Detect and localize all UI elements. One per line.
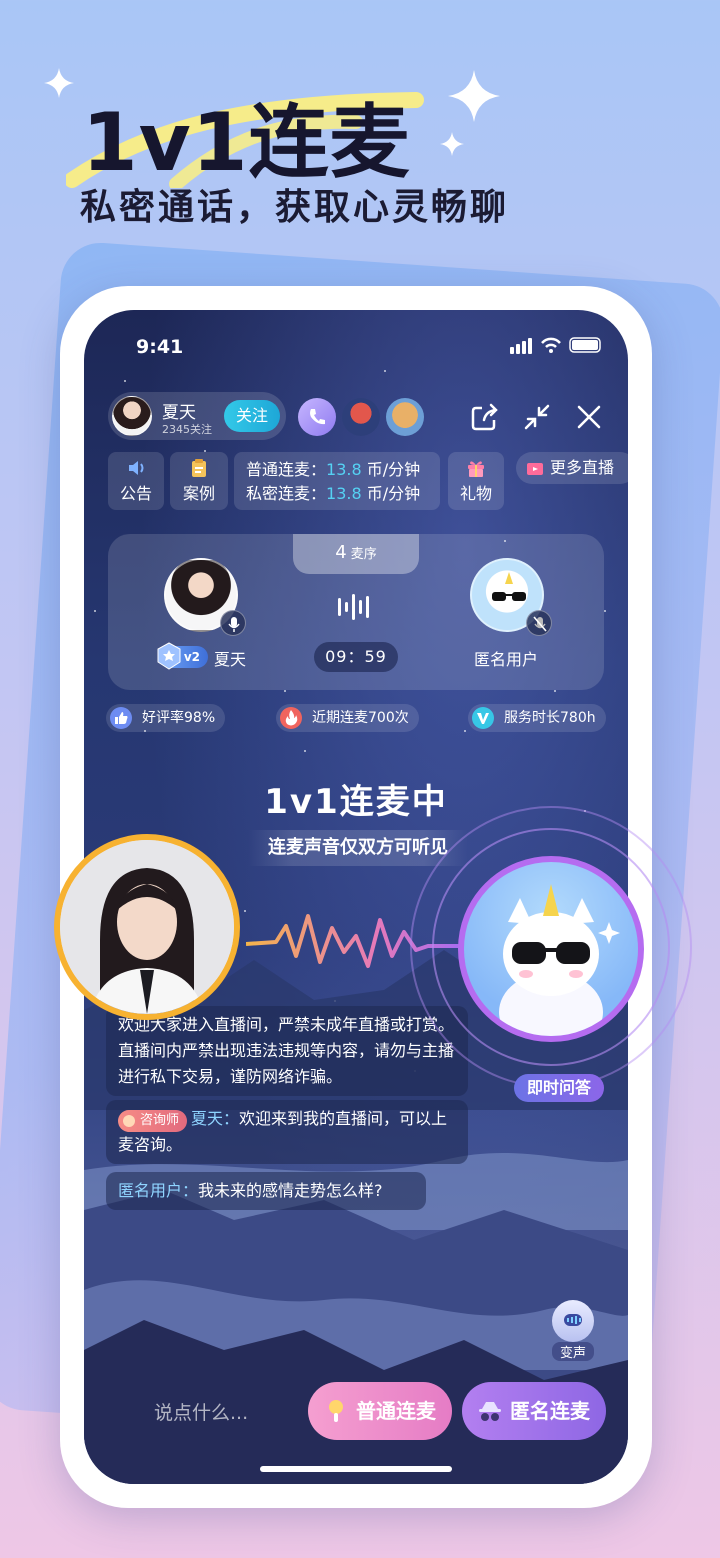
host-large-avatar[interactable] [54,834,240,1020]
voice-changer-icon [552,1300,594,1342]
microphone-icon [329,1400,343,1422]
mic-queue-tab[interactable]: 4 麦序 [293,534,419,574]
notice-label: 公告 [119,484,152,503]
sparkle-icon [440,132,464,156]
mic-panel: 4 麦序 v2 夏天 09：59 匿名用户 [108,534,604,690]
promo-subtitle: 私密通话，获取心灵畅聊 [80,187,510,228]
recent-calls-stat: 近期连麦700次 [276,704,419,732]
close-icon[interactable] [572,400,606,434]
tv-icon [527,463,543,475]
viewer-avatar[interactable] [342,398,380,436]
minimize-icon[interactable] [520,400,554,434]
gift-icon [468,461,484,477]
host-mic-name: 夏天 [214,650,247,669]
anonymous-mic-button[interactable]: 匿名连麦 [462,1382,606,1440]
anonymous-large-avatar[interactable] [458,856,644,1042]
cases-label: 案例 [182,484,215,503]
status-icons [510,337,601,354]
gift-label: 礼物 [459,484,492,503]
consultant-badge: 咨询师 [118,1110,188,1132]
price-info: 普通连麦：13.8 币/分钟 私密连麦：13.8 币/分钟 [234,452,440,510]
sparkle-icon [448,70,500,122]
more-live-button[interactable]: 更多直播 [516,452,628,484]
price-private-value: 13.8 [326,484,362,503]
more-live-label: 更多直播 [550,458,615,477]
instant-qa-label[interactable]: 即时问答 [514,1074,604,1102]
viewer-avatar[interactable] [386,398,424,436]
follow-button[interactable]: 关注 [224,400,280,432]
phone-icon[interactable] [298,398,336,436]
normal-mic-button[interactable]: 普通连麦 [308,1382,452,1440]
speaker-icon [129,461,144,475]
level-star-icon [157,642,181,670]
mic-icon [220,610,246,636]
call-timer: 09：59 [314,642,398,672]
share-icon[interactable] [468,400,502,434]
cases-button[interactable]: 案例 [170,452,228,510]
thumbs-up-icon [110,707,132,729]
price-normal-value: 13.8 [326,460,362,479]
chat-author: 夏天： [191,1109,240,1128]
guest-chat-message: 匿名用户：我未来的感情走势怎么样? [106,1172,426,1210]
host-info[interactable]: 夏天 2345关注 关注 [108,392,286,440]
notice-button[interactable]: 公告 [108,452,164,510]
status-time: 9:41 [136,336,184,358]
rating-stat: 好评率98% [106,704,226,732]
fire-icon [280,707,302,729]
guest-mic-name: 匿名用户 [474,650,539,669]
promo-title: 1v1连麦 [82,96,411,189]
host-follow-count: 2345关注 [162,423,212,436]
chat-input[interactable]: 说点什么... [154,1398,248,1425]
chat-author: 匿名用户： [118,1181,199,1200]
voice-wave-icon [338,594,369,620]
home-indicator [260,1466,452,1472]
voice-changer-button[interactable]: 变声 [544,1300,602,1362]
incognito-icon [479,1402,501,1421]
v-icon [472,707,494,729]
host-avatar[interactable] [112,396,152,436]
host-name: 夏天 [162,403,196,423]
clipboard-icon [192,459,206,477]
gift-button[interactable]: 礼物 [448,452,504,510]
mic-muted-icon [526,610,552,636]
voice-changer-label: 变声 [551,1342,594,1361]
price-normal-row: 普通连麦：13.8 币/分钟 [246,460,421,479]
price-private-row: 私密连麦：13.8 币/分钟 [246,484,421,503]
host-chat-message: 咨询师 夏天：欢迎来到我的直播间，可以上麦咨询。 [106,1100,468,1164]
service-hours-stat: 服务时长780h [468,704,606,732]
